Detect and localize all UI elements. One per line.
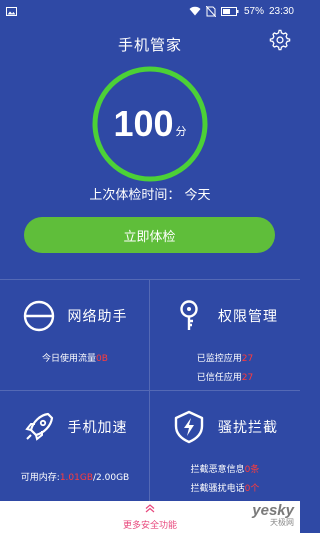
chevron-up-icon: [145, 503, 155, 516]
tile-title: 网络助手: [67, 309, 128, 325]
rocket-icon: [24, 412, 53, 441]
tile-title: 手机加速: [67, 420, 128, 436]
gear-icon[interactable]: [269, 29, 291, 51]
data-usage-line: 今日使用流量0B: [42, 354, 108, 364]
watermark-main: yesky: [252, 502, 294, 519]
shield-lightning-icon: [174, 410, 204, 444]
tile-title: 权限管理: [218, 309, 278, 325]
status-bar: 57% 23:30: [0, 0, 300, 22]
page-title: 手机管家: [117, 36, 182, 54]
tile-permission-management[interactable]: 权限管理 已监控应用27 已信任应用27: [150, 279, 300, 390]
score-unit: 分: [175, 125, 187, 138]
image-icon: [6, 6, 17, 16]
more-security-features-label: 更多安全功能: [122, 520, 177, 531]
no-sim-icon: [205, 5, 216, 17]
feature-grid: 网络助手 今日使用流量0B 权限管理 已监控应用27 已信任应用27 手机加速 …: [0, 279, 300, 501]
wifi-icon: [189, 6, 201, 16]
watermark-logo: yesky 天极网: [236, 503, 294, 531]
tile-network-assistant[interactable]: 网络助手 今日使用流量0B: [0, 279, 150, 390]
tile-harassment-interception[interactable]: 骚扰拦截 拦截恶意信息0条 拦截骚扰电话0个: [150, 390, 300, 501]
last-check-time: 上次体检时间： 今天: [89, 188, 211, 203]
blocked-calls-line: 拦截骚扰电话0个: [190, 484, 260, 494]
tile-title: 骚扰拦截: [218, 420, 278, 436]
blocked-messages-line: 拦截恶意信息0条: [190, 465, 260, 475]
score-display: 100 分: [90, 64, 210, 184]
battery-percent: 57%: [243, 5, 264, 17]
clock: 23:30: [268, 5, 294, 17]
trusted-apps-line: 已信任应用27: [196, 373, 254, 383]
network-icon: [23, 300, 54, 332]
monitored-apps-line: 已监控应用27: [196, 354, 254, 364]
score-value: 100: [113, 103, 174, 144]
battery-icon: [220, 6, 239, 16]
watermark-sub: 天极网: [270, 518, 294, 527]
check-now-label: 立即体检: [123, 229, 176, 245]
tile-phone-acceleration[interactable]: 手机加速 可用内存:1.01GB/2.00GB: [0, 390, 150, 501]
check-now-button[interactable]: 立即体检: [24, 217, 275, 253]
key-icon: [180, 300, 198, 330]
memory-line: 可用内存:1.01GB/2.00GB: [20, 473, 130, 483]
